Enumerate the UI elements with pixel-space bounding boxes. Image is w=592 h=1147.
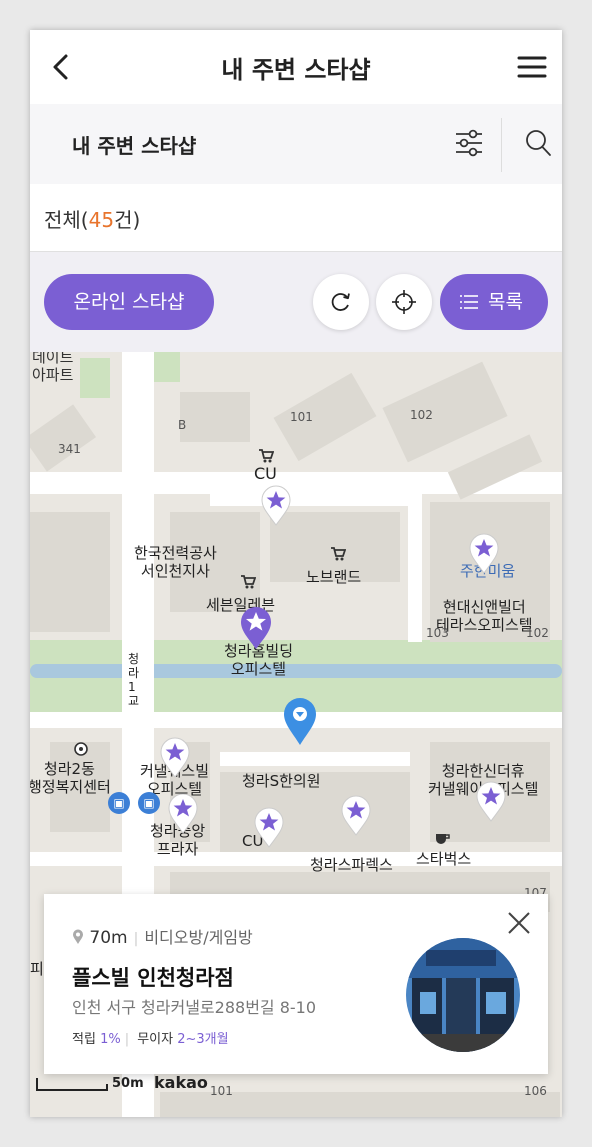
star-marker-icon[interactable]: [259, 484, 293, 526]
online-starshop-button[interactable]: 온라인 스타샵: [44, 274, 214, 330]
cart-icon: [331, 547, 346, 561]
map-label-hyundai: 현대신앤빌더 테라스오피스텔: [436, 598, 533, 634]
star-marker-icon[interactable]: [158, 736, 192, 778]
map-label-341: 341: [58, 442, 81, 456]
map-label-101a: 101: [290, 410, 313, 424]
section-title: 내 주변 스타샵: [72, 134, 197, 158]
interest-label: 무이자: [137, 1032, 174, 1047]
top-navigation-bar: 내 주변 스타샵: [30, 30, 562, 104]
map-label-b: B: [178, 418, 187, 432]
star-marker-icon[interactable]: [166, 792, 200, 834]
map-label-102b: 102: [526, 626, 549, 640]
refresh-button[interactable]: [313, 274, 369, 330]
shop-name: 플스빌 인천청라점: [72, 966, 234, 990]
star-marker-icon[interactable]: [252, 806, 286, 848]
pin-icon: [73, 929, 83, 944]
filter-sliders-icon[interactable]: [454, 126, 484, 160]
shop-distance: 70m: [89, 928, 128, 948]
map-label-parkx: 청라스파렉스: [310, 856, 393, 874]
list-view-label: 목록: [488, 291, 523, 313]
map-label-apt: 데이트 아파트: [32, 352, 74, 384]
app-screen: 내 주변 스타샵 내 주변 스타샵 전체(45건) 온라인 스타샵 목록 데이트…: [30, 30, 562, 1117]
list-view-button[interactable]: 목록: [440, 274, 548, 330]
interest-value: 2~3개월: [177, 1032, 229, 1047]
cart-icon: [241, 575, 256, 589]
search-icon[interactable]: [524, 128, 552, 158]
points-value: 1%: [100, 1032, 121, 1047]
shop-meta: 70m | 비디오방/게임방: [72, 924, 253, 948]
page-title: 내 주변 스타샵: [221, 56, 371, 84]
shop-benefits: 적립 1% | 무이자 2~3개월: [72, 1028, 229, 1047]
office-marker-icon: [74, 742, 88, 756]
result-count-bar: 전체(45건): [30, 184, 562, 252]
points-label: 적립: [72, 1032, 96, 1047]
star-marker-selected-icon[interactable]: [239, 606, 273, 650]
list-icon: [460, 295, 478, 309]
current-location-marker-icon: [284, 698, 316, 745]
map-label-kepco: 한국전력공사 서인천지사: [134, 544, 217, 580]
hamburger-icon[interactable]: [516, 52, 548, 82]
bus-stop-icon[interactable]: ▣: [138, 792, 160, 814]
result-count: 전체(45건): [44, 204, 140, 233]
my-location-button[interactable]: [376, 274, 432, 330]
scale-bar: [36, 1078, 108, 1091]
benefit-separator: |: [124, 1032, 130, 1047]
map-label-hanuiwon: 청라S한의원: [242, 772, 321, 790]
map-label-cu1: CU: [254, 464, 277, 483]
count-number: 45: [88, 208, 115, 232]
close-icon[interactable]: [506, 910, 532, 936]
map-label-starbucks: 스타벅스: [416, 850, 472, 868]
map-label-106: 106: [524, 1084, 547, 1098]
bus-stop-icon[interactable]: ▣: [108, 792, 130, 814]
shop-info-card[interactable]: 70m | 비디오방/게임방 플스빌 인천청라점 인천 서구 청라커낼로288번길 …: [44, 894, 548, 1074]
shop-address: 인천 서구 청라커낼로288번길 8-10: [72, 998, 317, 1017]
crosshair-icon: [392, 290, 416, 314]
shop-category: 비디오방/게임방: [144, 928, 253, 947]
cafe-icon: [436, 834, 450, 844]
star-marker-icon[interactable]: [474, 780, 508, 822]
map-label-nobrand: 노브랜드: [306, 568, 362, 586]
sub-header: 내 주변 스타샵: [30, 104, 562, 184]
refresh-icon: [331, 293, 350, 311]
map-label-dong-office: 청라2동 행정복지센터: [30, 760, 111, 796]
map-label-bridge: 청라1교: [128, 652, 140, 708]
cart-icon: [259, 449, 274, 463]
star-marker-icon[interactable]: [339, 794, 373, 836]
divider: [501, 118, 502, 172]
map-label-103: 103: [426, 626, 449, 640]
map-label-pi: 피: [30, 960, 44, 978]
map-label-102: 102: [410, 408, 433, 422]
store-photo-image[interactable]: [406, 938, 520, 1052]
map-controls-bar: 온라인 스타샵 목록: [30, 252, 562, 352]
scale-label: 50m: [112, 1076, 144, 1091]
star-marker-icon[interactable]: [467, 532, 501, 574]
meta-separator: |: [133, 931, 139, 947]
count-suffix: 건): [114, 208, 141, 232]
count-prefix: 전체(: [44, 208, 89, 232]
map-provider-logo: kakao: [154, 1073, 208, 1092]
